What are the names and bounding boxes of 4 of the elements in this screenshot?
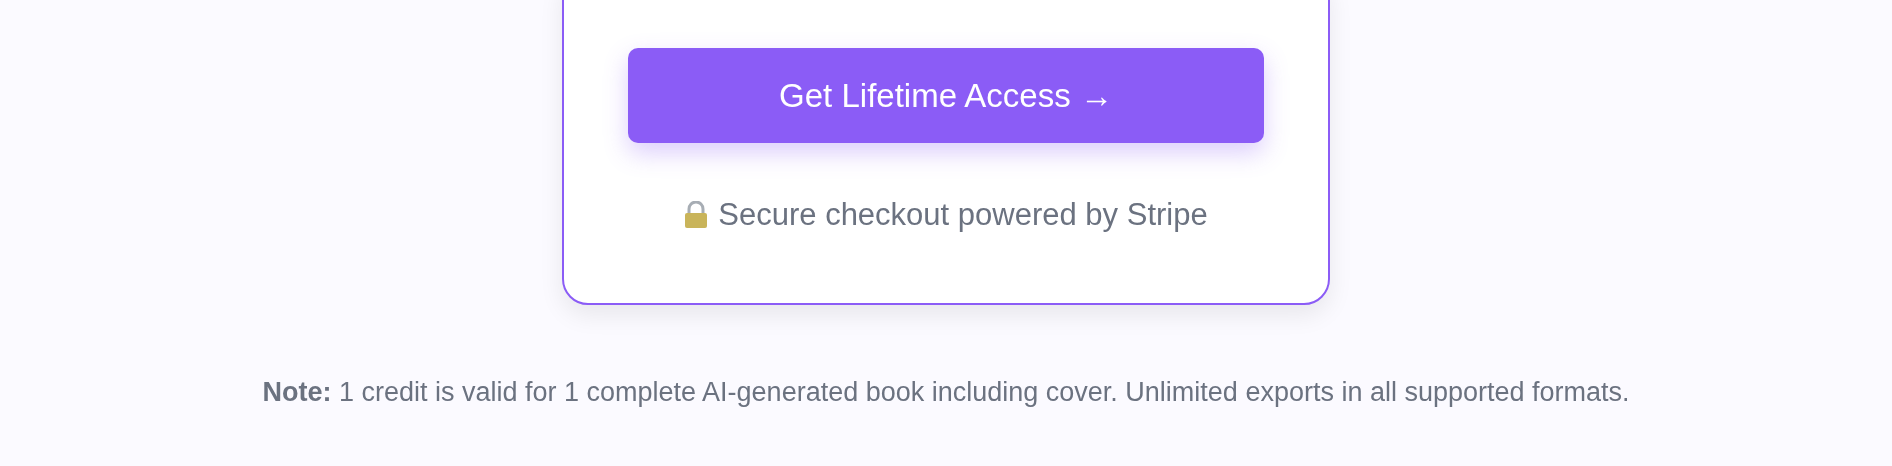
- padlock-icon: [684, 201, 709, 229]
- get-access-button[interactable]: Get Lifetime Access →: [628, 48, 1264, 143]
- secure-checkout-text: Secure checkout powered by Stripe: [718, 197, 1208, 233]
- footnote-text: Note: 1 credit is valid for 1 complete AI-generated book including cover. Unlimited exports in all supported formats.: [262, 377, 1630, 408]
